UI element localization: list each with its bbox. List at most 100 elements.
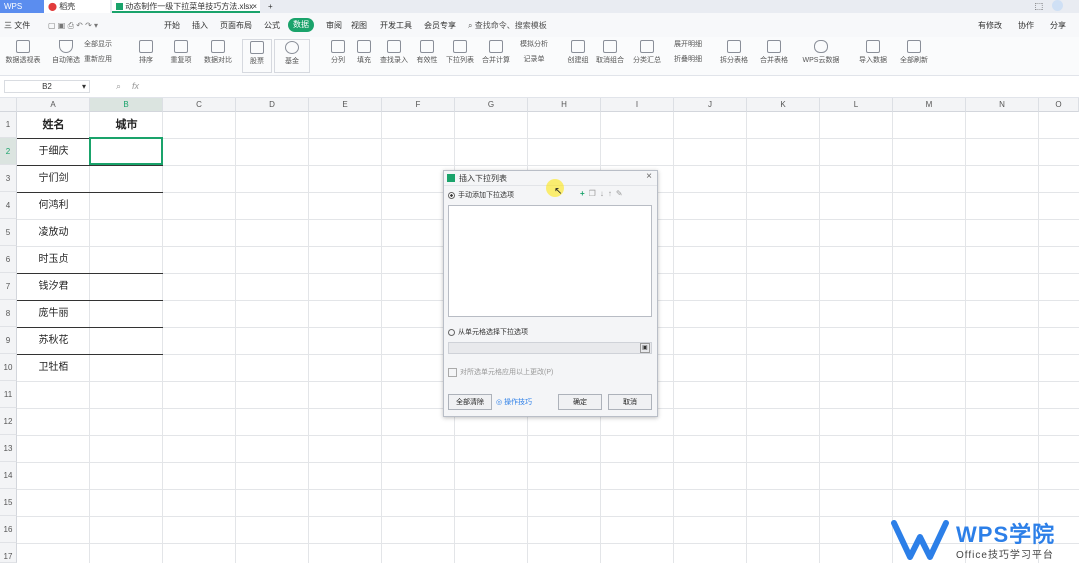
row-header-16[interactable]: 16: [0, 516, 17, 543]
row-header-12[interactable]: 12: [0, 408, 17, 435]
column-header-n[interactable]: N: [966, 98, 1039, 112]
column-header-b[interactable]: B: [90, 98, 163, 112]
fund-button[interactable]: 基金: [274, 39, 310, 73]
menu-page-layout[interactable]: 页面布局: [220, 19, 252, 32]
cancel-button[interactable]: 取消: [608, 394, 652, 410]
formula-input[interactable]: [146, 80, 1074, 93]
cell-a5[interactable]: 凌放动: [17, 219, 90, 246]
collapse-detail-button[interactable]: 折叠明细: [666, 54, 710, 66]
row-header-15[interactable]: 15: [0, 489, 17, 516]
create-group-button[interactable]: 创建组: [566, 39, 590, 73]
menu-membership[interactable]: 会员专享: [424, 19, 456, 32]
menu-home[interactable]: 开始: [164, 19, 180, 32]
simulation-button[interactable]: 模拟分析: [514, 39, 554, 51]
row-header-13[interactable]: 13: [0, 435, 17, 462]
row-header-14[interactable]: 14: [0, 462, 17, 489]
consolidate-button[interactable]: 合并计算: [478, 39, 514, 73]
sort-button[interactable]: 排序: [134, 39, 158, 73]
cell-a2[interactable]: 于细庆: [17, 138, 90, 165]
options-list[interactable]: [448, 205, 652, 317]
close-icon[interactable]: ×: [646, 171, 652, 182]
row-header-8[interactable]: 8: [0, 300, 17, 327]
add-option-icon[interactable]: +: [580, 189, 589, 198]
column-header-c[interactable]: C: [163, 98, 236, 112]
radio-range-option[interactable]: 从单元格选择下拉选项: [448, 327, 528, 337]
stock-button[interactable]: 股票: [242, 39, 272, 73]
column-header-k[interactable]: K: [747, 98, 820, 112]
edit-icon[interactable]: ✎: [616, 189, 627, 198]
column-header-f[interactable]: F: [382, 98, 455, 112]
split-table-button[interactable]: 拆分表格: [716, 39, 752, 73]
fill-button[interactable]: 填充: [352, 39, 376, 73]
cell-a9[interactable]: 苏秋花: [17, 327, 90, 354]
clear-all-button[interactable]: 全部清除: [448, 394, 492, 410]
cell-a4[interactable]: 何鸿利: [17, 192, 90, 219]
merge-table-button[interactable]: 合并表格: [756, 39, 792, 73]
column-header-m[interactable]: M: [893, 98, 966, 112]
row-header-10[interactable]: 10: [0, 354, 17, 381]
column-header-a[interactable]: A: [17, 98, 90, 112]
refresh-all-button[interactable]: 全部刷新: [896, 39, 932, 73]
name-box[interactable]: B2 ▾: [4, 80, 90, 93]
subtotal-button[interactable]: 分类汇总: [630, 39, 664, 73]
expand-detail-button[interactable]: 展开明细: [666, 39, 710, 51]
column-header-e[interactable]: E: [309, 98, 382, 112]
range-input[interactable]: ▣: [448, 342, 652, 354]
row-header-2[interactable]: 2: [0, 138, 17, 165]
column-header-d[interactable]: D: [236, 98, 309, 112]
new-tab-button[interactable]: +: [264, 0, 278, 13]
cell-a3[interactable]: 宁们剑: [17, 165, 90, 192]
row-header-6[interactable]: 6: [0, 246, 17, 273]
close-tab-icon[interactable]: ×: [252, 0, 257, 13]
radio-manual-option[interactable]: 手动添加下拉选项: [448, 190, 514, 200]
menu-insert[interactable]: 插入: [192, 19, 208, 32]
data-compare-button[interactable]: 数据对比: [200, 39, 236, 73]
lookup-entry-button[interactable]: 查找录入: [378, 39, 410, 73]
quick-access-icons[interactable]: ▢ ▣ ⎙ ↶ ↷ ▾: [48, 19, 98, 32]
avatar[interactable]: [1052, 0, 1063, 11]
import-data-button[interactable]: 导入数据: [852, 39, 894, 73]
command-search[interactable]: ⌕ 查找命令、搜索模板: [468, 19, 547, 32]
validation-button[interactable]: 有效性: [412, 39, 442, 73]
file-menu[interactable]: 三 文件: [4, 19, 30, 32]
column-header-h[interactable]: H: [528, 98, 601, 112]
range-select-icon[interactable]: ▣: [640, 343, 650, 353]
pivot-table-button[interactable]: 数据透视表: [4, 39, 42, 73]
column-header-o[interactable]: O: [1039, 98, 1079, 112]
ok-button[interactable]: 确定: [558, 394, 602, 410]
apply-all-checkbox[interactable]: 对所选单元格应用以上更改(P): [448, 367, 553, 377]
ungroup-button[interactable]: 取消组合: [594, 39, 626, 73]
tab-wps[interactable]: WPS: [0, 0, 44, 13]
menu-view[interactable]: 视图: [351, 19, 367, 32]
tips-link[interactable]: ◎ 操作技巧: [496, 397, 532, 407]
share-button[interactable]: 分享: [1050, 19, 1066, 32]
row-header-11[interactable]: 11: [0, 381, 17, 408]
active-cell-b2[interactable]: [89, 137, 163, 165]
show-all-button[interactable]: 全部显示: [84, 39, 128, 51]
row-header-4[interactable]: 4: [0, 192, 17, 219]
cell-a8[interactable]: 庞牛丽: [17, 300, 90, 327]
duplicates-button[interactable]: 重复项: [166, 39, 196, 73]
move-down-icon[interactable]: ↓: [600, 189, 608, 198]
move-up-icon[interactable]: ↑: [608, 189, 616, 198]
copy-option-icon[interactable]: ❐: [589, 189, 600, 198]
tab-document[interactable]: 动态制作一级下拉菜单技巧方法.xlsx ×: [112, 0, 260, 13]
row-header-7[interactable]: 7: [0, 273, 17, 300]
cell-b1[interactable]: 城市: [90, 112, 163, 138]
tab-docer[interactable]: ⬤ 稻壳: [44, 0, 110, 13]
dropdown-list-button[interactable]: 下拉列表: [444, 39, 476, 73]
cell-a10[interactable]: 卫牡栢: [17, 354, 90, 381]
row-header-17[interactable]: 17: [0, 543, 17, 563]
record-form-button[interactable]: 记录单: [514, 54, 554, 66]
split-column-button[interactable]: 分列: [326, 39, 350, 73]
row-header-5[interactable]: 5: [0, 219, 17, 246]
column-header-l[interactable]: L: [820, 98, 893, 112]
cell-a6[interactable]: 时玉贞: [17, 246, 90, 273]
auto-filter-button[interactable]: 自动筛选: [50, 39, 82, 73]
row-header-3[interactable]: 3: [0, 165, 17, 192]
menu-developer[interactable]: 开发工具: [380, 19, 412, 32]
column-header-g[interactable]: G: [455, 98, 528, 112]
menu-review[interactable]: 审阅: [326, 19, 342, 32]
row-header-9[interactable]: 9: [0, 327, 17, 354]
menu-formulas[interactable]: 公式: [264, 19, 280, 32]
